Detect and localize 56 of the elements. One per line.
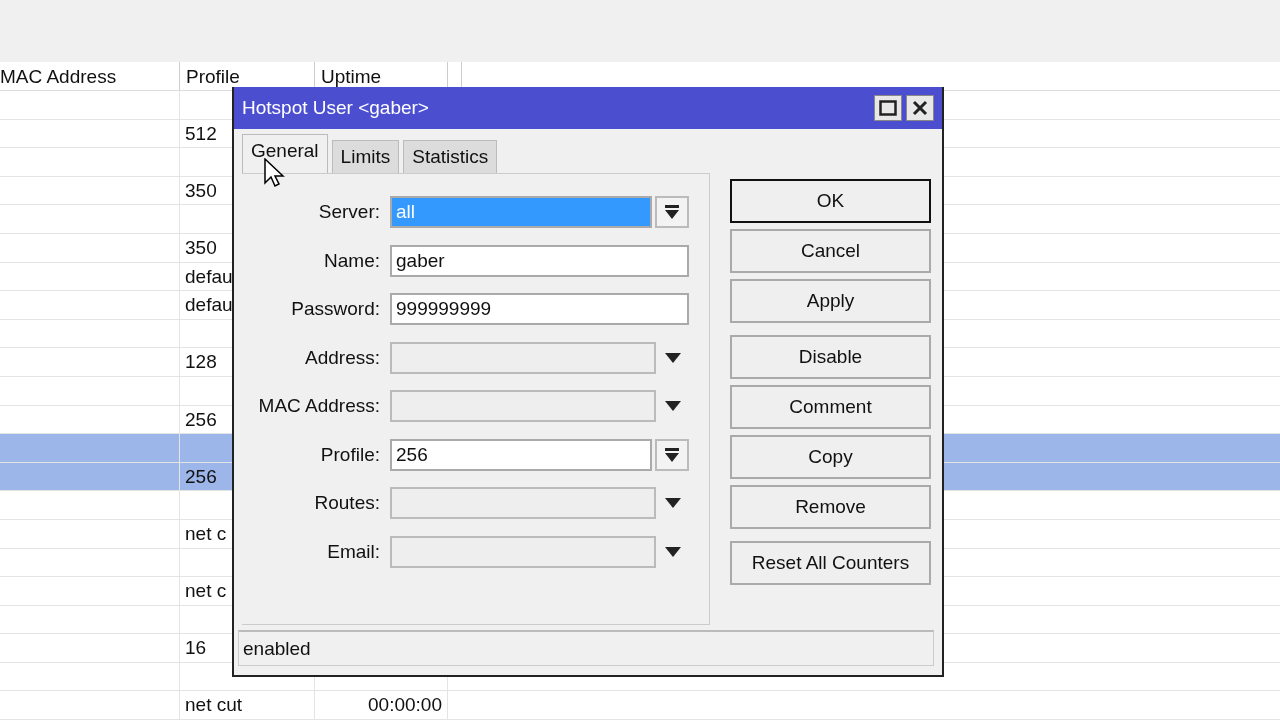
table-cell: 350 — [185, 179, 217, 201]
dropdown-arrow-icon — [665, 205, 679, 220]
field-label: Email: — [326, 539, 381, 564]
dropdown-arrow-icon — [665, 352, 681, 363]
field-label: Name: — [323, 248, 381, 273]
table-cell: 512 — [185, 122, 217, 144]
maximize-button[interactable] — [874, 95, 902, 121]
table-cell: 350 — [185, 236, 217, 258]
table-cell: 128 — [185, 351, 217, 373]
table-cell: net c — [185, 522, 227, 544]
input-field[interactable]: gaber — [390, 244, 689, 277]
table-cell: 16 — [185, 637, 207, 659]
close-icon — [912, 100, 928, 116]
status-bar: enabled — [238, 630, 934, 666]
input-field[interactable] — [390, 535, 656, 568]
dropdown-button[interactable] — [655, 438, 689, 471]
field-label: Server: — [317, 200, 381, 224]
dialog-button[interactable]: Apply — [730, 279, 931, 323]
field-label: Password: — [290, 297, 381, 321]
table-cell: defau — [185, 294, 233, 316]
field-label: Profile: — [319, 442, 381, 467]
input-field[interactable] — [390, 487, 656, 520]
table-cell: net c — [185, 580, 227, 602]
table-row[interactable]: net cut 00:00:00 — [0, 691, 1280, 720]
column-header[interactable]: MAC Address — [0, 62, 180, 90]
dropdown-arrow-icon — [665, 447, 679, 462]
maximize-icon — [879, 100, 897, 116]
tab[interactable]: Limits — [331, 139, 400, 173]
table-cell: 256 — [185, 465, 217, 487]
input-field[interactable] — [390, 390, 656, 423]
dropdown-arrow-icon — [665, 546, 681, 557]
dialog-button[interactable]: Remove — [730, 485, 931, 529]
table-cell: net cut — [185, 694, 243, 716]
input-field[interactable]: 999999999 — [390, 293, 689, 326]
dropdown-arrow-icon — [665, 498, 681, 509]
input-field[interactable]: 256 — [390, 438, 652, 471]
window-title: Hotspot User <gaber> — [242, 95, 430, 120]
dialog-button[interactable]: Disable — [730, 335, 931, 379]
dropdown-arrow-icon — [665, 401, 681, 412]
field-label: Address: — [304, 345, 381, 370]
dialog-button[interactable]: OK — [730, 179, 931, 223]
field-label: Routes: — [313, 491, 381, 515]
input-field[interactable] — [390, 341, 656, 374]
tab[interactable]: General — [242, 133, 328, 173]
dialog-button[interactable]: Reset All Counters — [730, 541, 931, 585]
dialog-button[interactable]: Copy — [730, 435, 931, 479]
dropdown-button[interactable] — [655, 196, 689, 229]
table-cell: 256 — [185, 408, 217, 430]
field-label: MAC Address: — [257, 394, 381, 418]
close-button[interactable] — [906, 95, 934, 121]
table-cell: 00:00:00 — [368, 694, 442, 716]
table-cell: defau — [185, 265, 233, 287]
dialog-button[interactable]: Cancel — [730, 229, 931, 273]
dialog-button[interactable]: Comment — [730, 385, 931, 429]
mouse-cursor-icon — [264, 158, 286, 188]
tab[interactable]: Statistics — [403, 139, 498, 173]
